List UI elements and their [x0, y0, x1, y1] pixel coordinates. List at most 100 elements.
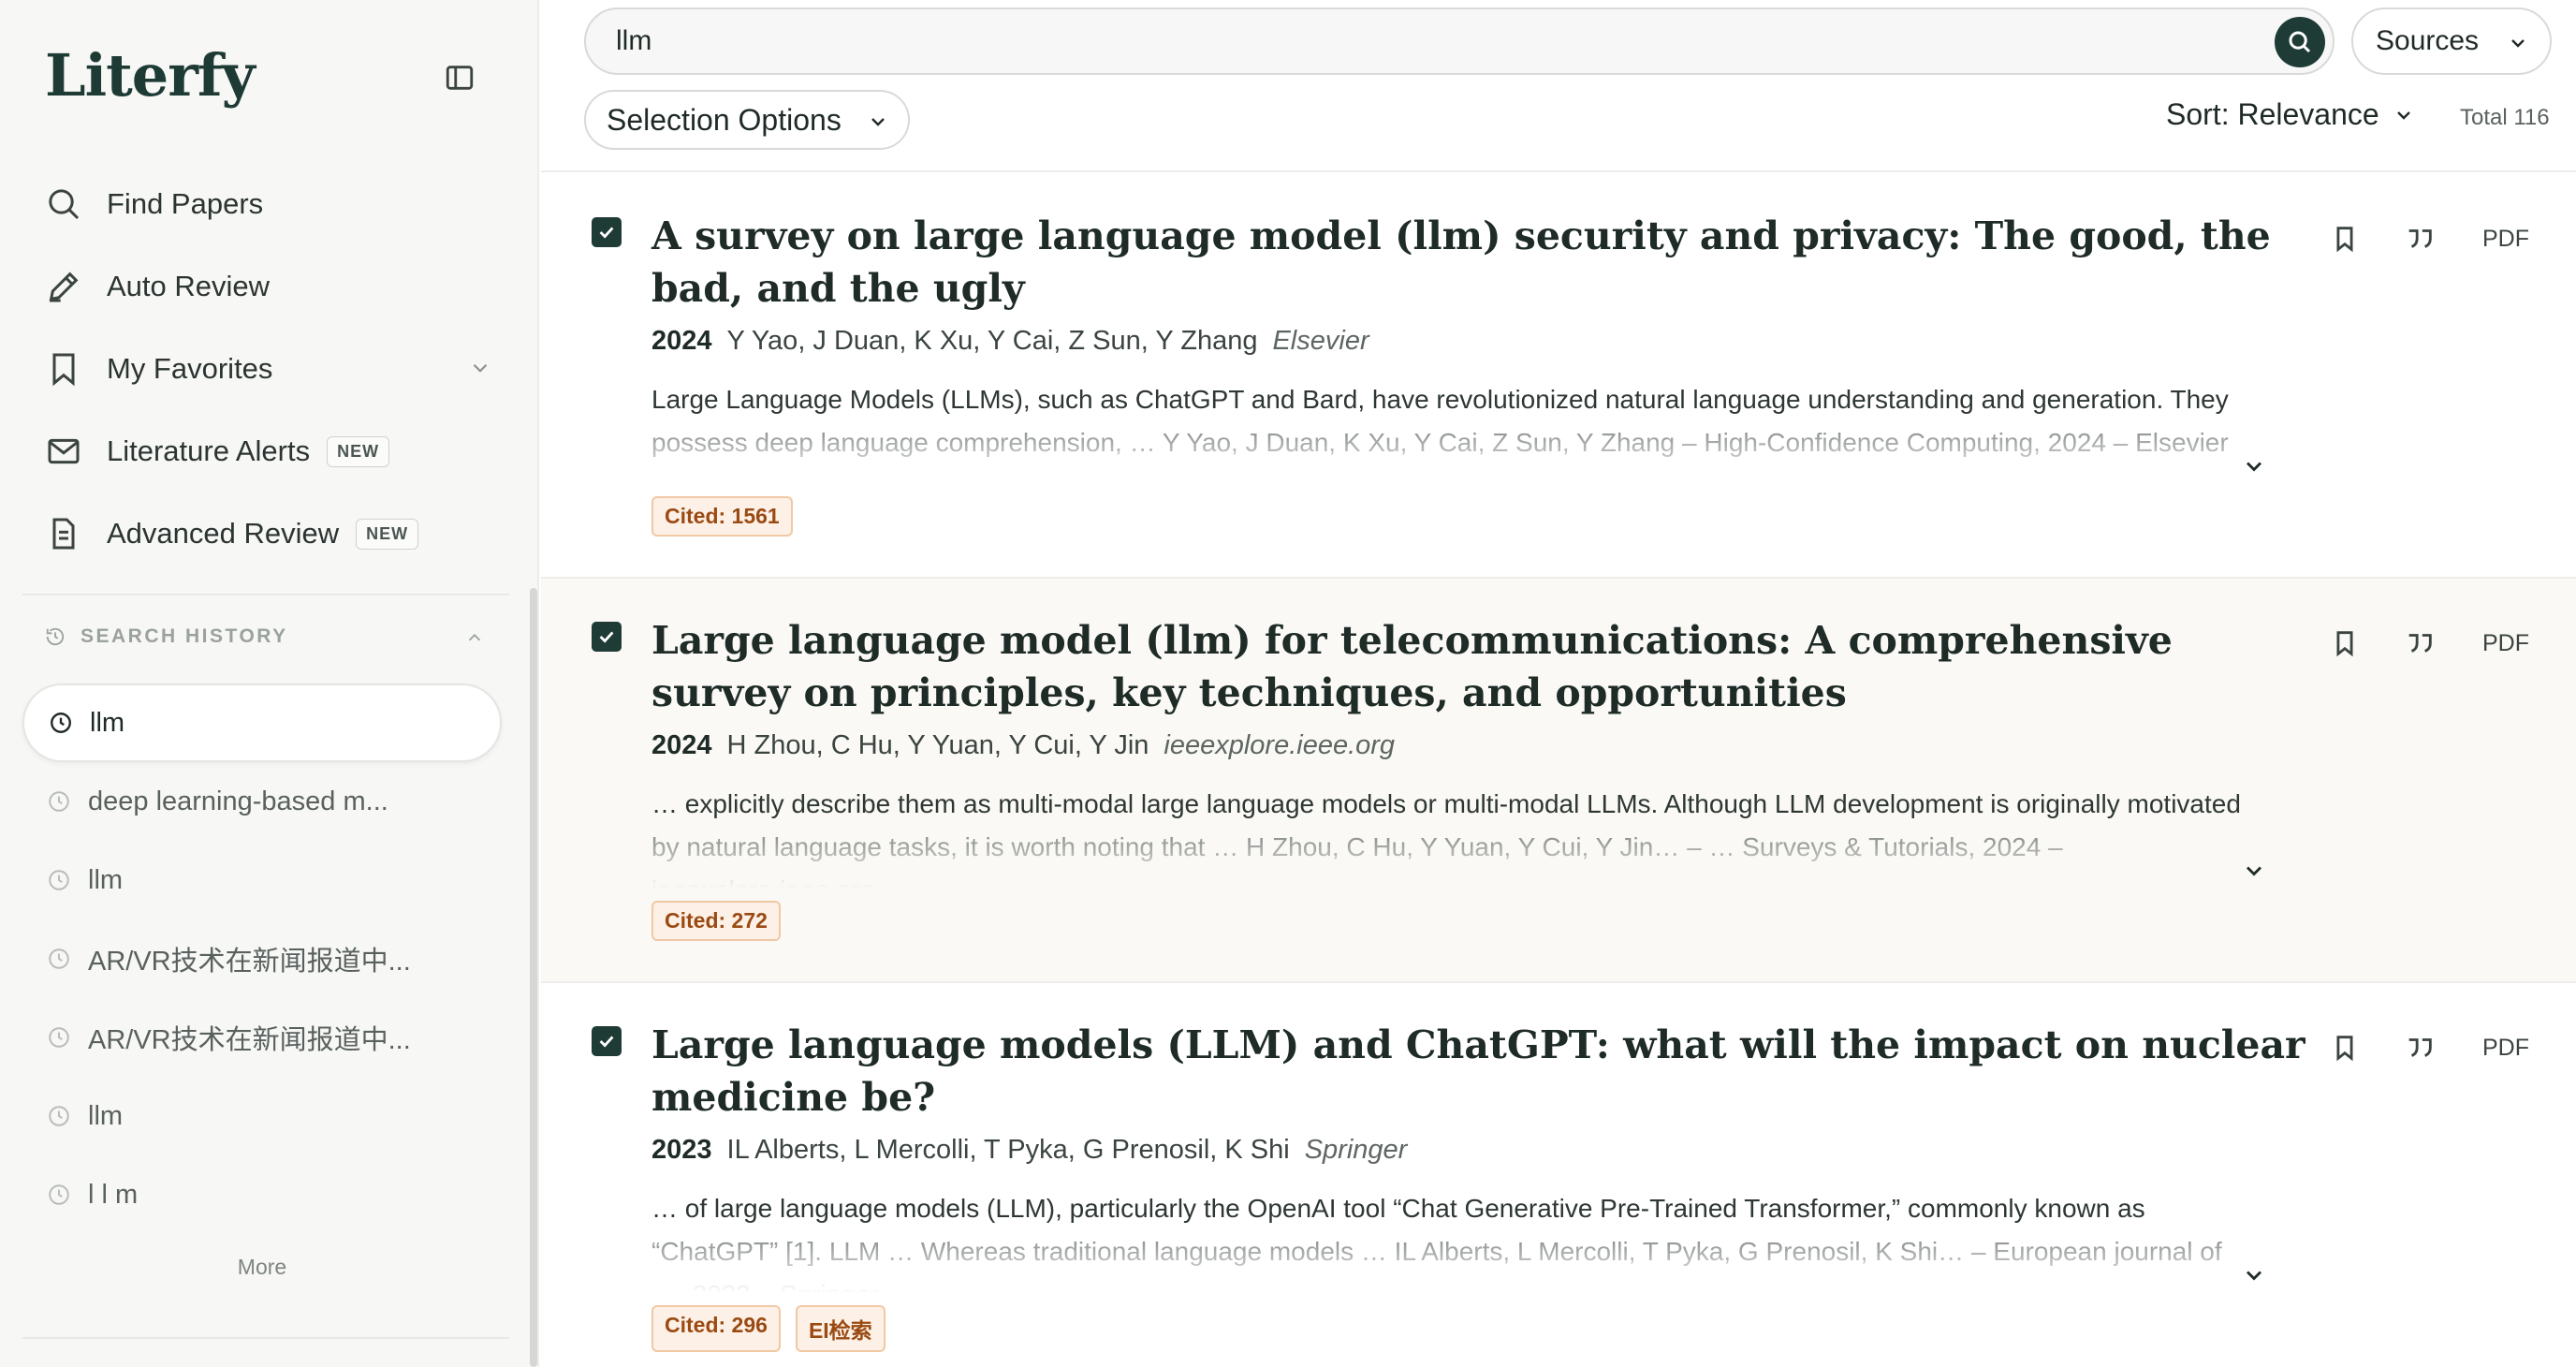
clock-icon [47, 1183, 71, 1207]
result-authors: H Zhou, C Hu, Y Yuan, Y Cui, Y Jin [726, 730, 1149, 760]
result-authors: Y Yao, J Duan, K Xu, Y Cai, Z Sun, Y Zha… [726, 326, 1258, 356]
quote-icon[interactable] [2404, 1032, 2436, 1064]
chevron-down-icon [2393, 104, 2415, 126]
sort-dropdown[interactable]: Sort: Relevance [2166, 97, 2415, 132]
nav-advanced-review[interactable]: Advanced Review NEW [37, 492, 505, 575]
mail-icon [45, 433, 82, 470]
quote-icon[interactable] [2404, 223, 2436, 255]
result-tags: Cited: 296 EI检索 [651, 1305, 886, 1352]
nav-label: Find Papers [107, 187, 264, 220]
chevron-down-icon[interactable] [468, 356, 492, 380]
bookmark-icon[interactable] [2329, 223, 2361, 255]
main-nav: Find Papers Auto Review My Favorites Lit… [37, 163, 505, 575]
search-history-title: SEARCH HISTORY [80, 625, 288, 647]
result-checkbox[interactable] [592, 217, 622, 247]
result-actions: PDF [2329, 627, 2529, 659]
result-meta: 2024 H Zhou, C Hu, Y Yuan, Y Cui, Y Jin ie… [651, 730, 1395, 761]
pdf-link[interactable]: PDF [2482, 630, 2529, 657]
clock-icon [47, 789, 71, 814]
nav-auto-review[interactable]: Auto Review [37, 245, 505, 328]
abstract-fade [651, 419, 2280, 485]
result-checkbox[interactable] [592, 1026, 622, 1056]
result-authors: IL Alberts, L Mercolli, T Pyka, G Prenos… [726, 1135, 1290, 1165]
expand-chevron-icon[interactable] [2241, 453, 2267, 479]
pdf-link[interactable]: PDF [2482, 226, 2529, 253]
history-item[interactable]: llm [22, 684, 502, 762]
clock-icon [47, 947, 71, 971]
search-icon [45, 185, 82, 223]
search-history-header[interactable]: SEARCH HISTORY [45, 625, 288, 648]
history-item[interactable]: llm [22, 1077, 502, 1155]
result-year: 2024 [651, 326, 712, 356]
result-meta: 2024 Y Yao, J Duan, K Xu, Y Cai, Z Sun, Y… [651, 326, 1369, 357]
app-logo[interactable]: Literfy [45, 41, 256, 110]
history-label: llm [90, 707, 125, 738]
result-card: Large language models (LLM) and ChatGPT:… [541, 983, 2576, 1367]
result-tags: Cited: 272 [651, 901, 781, 941]
result-checkbox[interactable] [592, 622, 622, 652]
check-icon [596, 222, 617, 243]
result-tags: Cited: 1561 [651, 496, 793, 537]
bookmark-icon[interactable] [2329, 627, 2361, 659]
history-label: AR/VR技术在新闻报道中... [88, 947, 411, 977]
sources-dropdown[interactable]: Sources [2351, 7, 2552, 75]
sidebar-scrollbar[interactable] [530, 588, 537, 1367]
history-label: llm [88, 1100, 124, 1131]
chevron-up-icon[interactable] [464, 627, 485, 648]
result-card: Large language model (llm) for telecommu… [541, 579, 2576, 983]
total-count: Total 116 [2460, 105, 2550, 130]
search-box [584, 7, 2334, 75]
nav-label: My Favorites [107, 352, 273, 385]
divider [22, 594, 509, 595]
cited-badge: Cited: 1561 [651, 496, 793, 537]
chevron-down-icon [2507, 32, 2529, 54]
abstract-fade [651, 1228, 2280, 1294]
new-badge: NEW [356, 518, 419, 550]
divider [22, 1337, 509, 1339]
search-header: Sources Selection Options Sort: Relevanc… [541, 0, 2576, 172]
nav-my-favorites[interactable]: My Favorites [37, 328, 505, 410]
new-badge: NEW [327, 435, 390, 467]
ei-index-badge: EI检索 [795, 1305, 886, 1352]
nav-literature-alerts[interactable]: Literature Alerts NEW [37, 410, 505, 492]
result-title[interactable]: Large language model (llm) for telecommu… [651, 614, 2318, 719]
result-source: ieeexplore.ieee.org [1164, 730, 1396, 760]
results-list: A survey on large language model (llm) s… [541, 174, 2576, 1367]
result-year: 2023 [651, 1135, 712, 1165]
history-item[interactable]: AR/VR技术在新闻报道中... [22, 998, 502, 1077]
result-actions: PDF [2329, 223, 2529, 255]
history-item[interactable]: deep learning-based m... [22, 762, 502, 841]
result-title[interactable]: Large language models (LLM) and ChatGPT:… [651, 1019, 2318, 1124]
sidebar: Literfy Find Papers Auto Review My Favor… [0, 0, 539, 1367]
bookmark-icon [45, 350, 82, 388]
expand-chevron-icon[interactable] [2241, 1262, 2267, 1288]
history-label: deep learning-based m... [88, 786, 388, 816]
clock-icon [47, 1025, 71, 1050]
pdf-link[interactable]: PDF [2482, 1035, 2529, 1062]
pen-icon [45, 268, 82, 305]
clock-icon [49, 711, 73, 735]
bookmark-icon[interactable] [2329, 1032, 2361, 1064]
search-history-list: llm deep learning-based m... llm AR/VR技术… [22, 684, 502, 1234]
history-more-link[interactable]: More [0, 1255, 524, 1280]
result-actions: PDF [2329, 1032, 2529, 1064]
history-label: llm [88, 864, 124, 895]
result-meta: 2023 IL Alberts, L Mercolli, T Pyka, G Pr… [651, 1135, 1407, 1166]
result-source: Springer [1304, 1135, 1408, 1165]
selection-options-dropdown[interactable]: Selection Options [584, 90, 910, 150]
search-button[interactable] [2275, 17, 2325, 67]
check-icon [596, 626, 617, 647]
history-item[interactable]: llm [22, 841, 502, 919]
history-item[interactable]: AR/VR技术在新闻报道中... [22, 919, 502, 998]
expand-chevron-icon[interactable] [2241, 858, 2267, 884]
nav-find-papers[interactable]: Find Papers [37, 163, 505, 245]
quote-icon[interactable] [2404, 627, 2436, 659]
history-item[interactable]: l l m [22, 1155, 502, 1234]
result-card: A survey on large language model (llm) s… [541, 174, 2576, 579]
sidebar-toggle-icon[interactable] [444, 62, 476, 94]
history-label: l l m [88, 1179, 139, 1210]
result-title[interactable]: A survey on large language model (llm) s… [651, 210, 2318, 315]
clock-icon [47, 1104, 71, 1128]
search-input[interactable] [616, 21, 2226, 62]
history-icon [45, 626, 66, 647]
